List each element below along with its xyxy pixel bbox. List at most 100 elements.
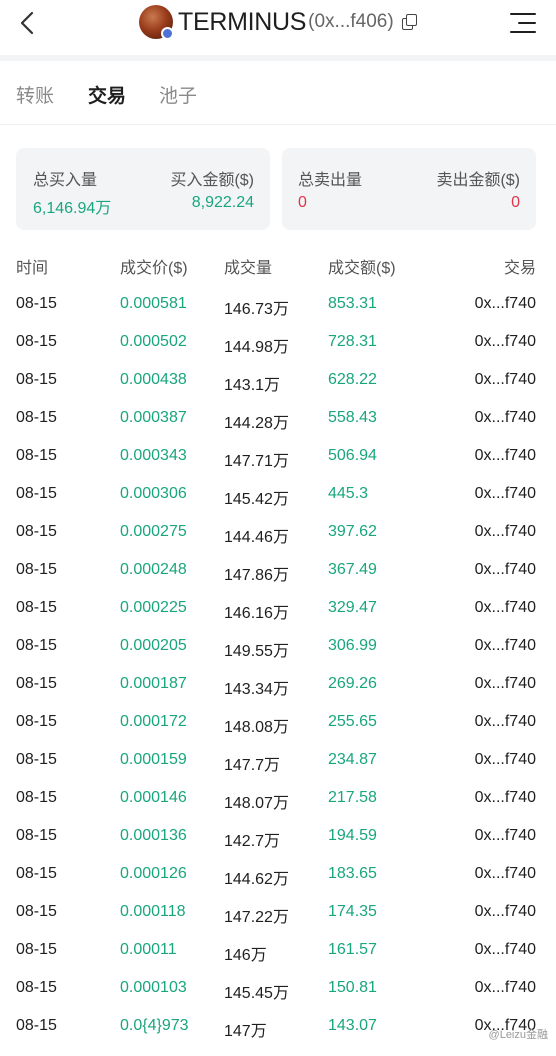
back-button[interactable] (16, 10, 40, 36)
table-row[interactable]: 08-15 0.000581 146.73万 853.31 0x...f740 (0, 295, 556, 318)
trade-tx-hash[interactable]: 0x...f740 (475, 295, 536, 313)
trade-tx-hash[interactable]: 0x...f740 (475, 789, 536, 807)
trade-volume: 148.07万 (224, 795, 289, 812)
header-time: 时间 (16, 260, 49, 277)
trade-volume: 143.34万 (224, 681, 289, 698)
trade-tx-hash[interactable]: 0x...f740 (475, 941, 536, 959)
table-row[interactable]: 08-15 0.000275 144.46万 397.62 0x...f740 (0, 523, 556, 546)
table-row[interactable]: 08-15 0.000438 143.1万 628.22 0x...f740 (0, 371, 556, 394)
chevron-left-icon (20, 11, 34, 35)
trade-time: 08-15 (16, 333, 57, 350)
trade-tx-hash[interactable]: 0x...f740 (475, 485, 536, 503)
header-volume: 成交量 (224, 260, 273, 277)
trade-tx-hash[interactable]: 0x...f740 (475, 675, 536, 693)
trade-tx-hash[interactable]: 0x...f740 (475, 523, 536, 541)
trade-tx-hash[interactable]: 0x...f740 (475, 333, 536, 351)
trade-volume: 144.46万 (224, 529, 289, 546)
table-row[interactable]: 08-15 0.000172 148.08万 255.65 0x...f740 (0, 713, 556, 736)
trade-tx-hash[interactable]: 0x...f740 (475, 865, 536, 883)
trade-price: 0.00011 (120, 941, 177, 958)
trade-amount: 445.3 (328, 485, 369, 502)
trade-volume: 146万 (224, 947, 267, 964)
table-row[interactable]: 08-15 0.000159 147.7万 234.87 0x...f740 (0, 751, 556, 774)
trade-amount: 161.57 (328, 941, 377, 958)
table-row[interactable]: 08-15 0.000387 144.28万 558.43 0x...f740 (0, 409, 556, 432)
trade-tx-hash[interactable]: 0x...f740 (475, 447, 536, 465)
trade-price: 0.000581 (120, 295, 187, 312)
table-row[interactable]: 08-15 0.000248 147.86万 367.49 0x...f740 (0, 561, 556, 584)
trade-tx-hash[interactable]: 0x...f740 (475, 561, 536, 579)
buy-amount-value: 8,922.24 (191, 194, 254, 211)
trade-price: 0.000172 (120, 713, 187, 730)
trade-price: 0.000118 (120, 903, 186, 920)
trade-volume: 145.45万 (224, 985, 289, 1002)
table-row[interactable]: 08-15 0.000146 148.07万 217.58 0x...f740 (0, 789, 556, 812)
trade-amount: 506.94 (328, 447, 377, 464)
trade-amount: 558.43 (328, 409, 377, 426)
table-row[interactable]: 08-15 0.000126 144.62万 183.65 0x...f740 (0, 865, 556, 888)
trade-time: 08-15 (16, 447, 57, 464)
sell-summary-card: 总卖出量 卖出金额($) 0 0 (282, 148, 536, 230)
trade-price: 0.000275 (120, 523, 187, 540)
table-row[interactable]: 08-15 0.000205 149.55万 306.99 0x...f740 (0, 637, 556, 660)
trade-price: 0.000187 (120, 675, 187, 692)
token-address: (0x...f406) (308, 11, 394, 32)
table-row[interactable]: 08-15 0.000103 145.45万 150.81 0x...f740 (0, 979, 556, 1002)
trade-volume: 147.7万 (224, 757, 281, 774)
trade-tx-hash[interactable]: 0x...f740 (475, 371, 536, 389)
trade-price: 0.000126 (120, 865, 187, 882)
table-row[interactable]: 08-15 0.00011 146万 161.57 0x...f740 (0, 941, 556, 964)
copy-icon[interactable] (401, 14, 418, 30)
trade-time: 08-15 (16, 675, 57, 692)
trade-tx-hash[interactable]: 0x...f740 (475, 751, 536, 769)
trade-volume: 144.28万 (224, 415, 289, 432)
table-row[interactable]: 08-15 0.000136 142.7万 194.59 0x...f740 (0, 827, 556, 850)
watermark: @Leizu金融 (488, 1029, 548, 1041)
header-price: 成交价($) (120, 260, 188, 277)
menu-icon[interactable] (510, 11, 536, 35)
table-row[interactable]: 08-15 0.0{4}973 147万 143.07 0x...f740 (0, 1017, 556, 1040)
trade-price: 0.0{4}973 (120, 1017, 189, 1034)
trade-tx-hash[interactable]: 0x...f740 (475, 409, 536, 427)
trade-volume: 144.98万 (224, 339, 289, 356)
table-row[interactable]: 08-15 0.000343 147.71万 506.94 0x...f740 (0, 447, 556, 470)
trade-time: 08-15 (16, 789, 57, 806)
trade-time: 08-15 (16, 523, 57, 540)
trade-tx-hash[interactable]: 0x...f740 (475, 713, 536, 731)
buy-amount-label: 买入金额($) (170, 172, 254, 189)
trade-volume: 142.7万 (224, 833, 281, 850)
trade-price: 0.000205 (120, 637, 187, 654)
trade-tx-hash[interactable]: 0x...f740 (475, 599, 536, 617)
trade-volume: 147万 (224, 1023, 267, 1040)
trade-time: 08-15 (16, 941, 57, 958)
table-row[interactable]: 08-15 0.000187 143.34万 269.26 0x...f740 (0, 675, 556, 698)
tab-pool[interactable]: 池子 (159, 81, 197, 108)
table-row[interactable]: 08-15 0.000225 146.16万 329.47 0x...f740 (0, 599, 556, 622)
trade-price: 0.000136 (120, 827, 187, 844)
total-sell-value: 0 (298, 194, 307, 211)
trade-amount: 174.35 (328, 903, 377, 920)
table-row[interactable]: 08-15 0.000502 144.98万 728.31 0x...f740 (0, 333, 556, 356)
trade-amount: 150.81 (328, 979, 377, 996)
token-avatar (139, 5, 174, 40)
trade-tx-hash[interactable]: 0x...f740 (475, 827, 536, 845)
trade-volume: 146.73万 (224, 301, 289, 318)
trade-price: 0.000438 (120, 371, 187, 388)
trade-tx-hash[interactable]: 0x...f740 (475, 903, 536, 921)
table-row[interactable]: 08-15 0.000118 147.22万 174.35 0x...f740 (0, 903, 556, 926)
table-row[interactable]: 08-15 0.000306 145.42万 445.3 0x...f740 (0, 485, 556, 508)
trade-tx-hash[interactable]: 0x...f740 (475, 637, 536, 655)
trade-time: 08-15 (16, 979, 57, 996)
trade-time: 08-15 (16, 561, 57, 578)
tab-trades[interactable]: 交易 (88, 81, 126, 108)
trade-time: 08-15 (16, 1017, 57, 1034)
trade-volume: 146.16万 (224, 605, 289, 622)
trade-tx-hash[interactable]: 0x...f740 (475, 979, 536, 997)
header-tx: 交易 (503, 260, 536, 277)
trade-price: 0.000225 (120, 599, 187, 616)
tab-transfer[interactable]: 转账 (16, 81, 54, 108)
trade-amount: 269.26 (328, 675, 377, 692)
header-amount: 成交额($) (328, 260, 396, 277)
trade-price: 0.000159 (120, 751, 187, 768)
trades-table-header: 时间 成交价($) 成交量 成交额($) 交易 (0, 254, 556, 277)
